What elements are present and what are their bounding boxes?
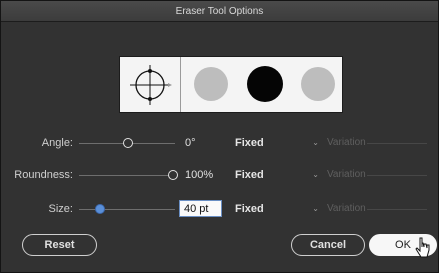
angle-mode-select[interactable]: Fixed ⌄ <box>235 135 321 151</box>
size-slider-track[interactable] <box>79 209 175 210</box>
chevron-down-icon: ⌄ <box>312 170 319 179</box>
cancel-button[interactable]: Cancel <box>291 234 365 256</box>
chevron-down-icon: ⌄ <box>312 138 319 147</box>
angle-variation-label: Variation <box>327 137 366 148</box>
size-variation-label: Variation <box>327 203 366 214</box>
preview-divider <box>180 57 181 112</box>
chevron-down-icon: ⌄ <box>312 204 319 213</box>
roundness-slider-thumb[interactable] <box>168 170 178 180</box>
angle-mode-value: Fixed <box>235 137 264 149</box>
dialog-title: Eraser Tool Options <box>1 1 438 22</box>
angle-value[interactable]: 0° <box>185 136 196 150</box>
brush-preview[interactable] <box>119 56 343 113</box>
size-label: Size: <box>48 203 73 215</box>
roundness-value[interactable]: 100% <box>185 168 213 182</box>
roundness-variation-label: Variation <box>327 169 366 180</box>
preview-light-dot <box>301 67 335 101</box>
eraser-tool-options-dialog: Eraser Tool Options Angle: 0° Fixed ⌄ Va… <box>0 0 439 273</box>
angle-variation-slider <box>367 143 427 144</box>
roundness-variation-slider <box>367 175 427 176</box>
roundness-mode-value: Fixed <box>235 169 264 181</box>
preview-light-dot <box>194 67 228 101</box>
size-mode-value: Fixed <box>235 203 264 215</box>
angle-label: Angle: <box>41 137 73 149</box>
size-slider-thumb[interactable] <box>95 204 105 214</box>
roundness-label: Roundness: <box>14 169 73 181</box>
roundness-mode-select[interactable]: Fixed ⌄ <box>235 167 321 183</box>
reset-button[interactable]: Reset <box>22 234 97 256</box>
size-input[interactable] <box>179 200 222 217</box>
preview-dark-dot <box>247 66 283 102</box>
roundness-slider-track[interactable] <box>79 175 175 176</box>
size-mode-select[interactable]: Fixed ⌄ <box>235 201 321 217</box>
crosshair-icon[interactable] <box>124 61 176 109</box>
pointer-cursor-icon <box>415 237 430 258</box>
size-variation-slider <box>367 209 427 210</box>
angle-slider-thumb[interactable] <box>123 138 133 148</box>
